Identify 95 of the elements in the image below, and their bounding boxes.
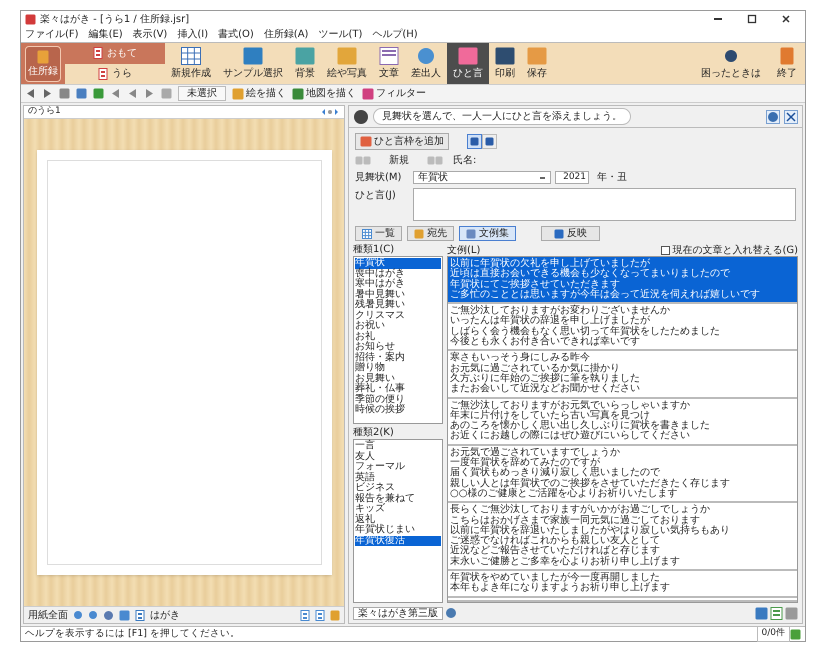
list-item[interactable]: 招待・案内 [355, 352, 441, 363]
close-icon [781, 14, 791, 24]
example-item[interactable]: お元気で過ごされていますでしょうか 一度年賀状を辞めてみたのですが 届く賀状もめっきり減り寂しく思いましたので 親しい人とは年賀状でのご挨拶をさせていただきたく存じます ○○様のご健康とご活躍を心よりお祈りいたします [448, 446, 797, 504]
layout-toggle[interactable] [482, 134, 497, 149]
app-logo-icon [25, 14, 36, 24]
list-item[interactable]: 友人 [355, 452, 441, 462]
list-item[interactable]: 贈り物 [355, 363, 441, 374]
page-tab[interactable]: のうら1 [28, 105, 61, 119]
close-panel-button[interactable] [784, 110, 798, 124]
step-button[interactable]: 印刷 [489, 43, 521, 84]
step-button[interactable]: 背景 [289, 43, 321, 84]
tool-button[interactable]: 地図を描く [292, 86, 356, 101]
hint-bubble: 見舞状を選んで、一人一人にひと言を添えましょう。 [373, 108, 631, 125]
list-item[interactable]: 暑中見舞い [355, 290, 441, 300]
close-icon [785, 110, 797, 122]
replace-label: 現在の文章と入れ替える(G) [672, 244, 798, 258]
step-button[interactable]: ひと言 [447, 43, 489, 84]
ribbon-button[interactable]: 困ったときは [693, 43, 769, 84]
layout-toggle[interactable] [467, 134, 482, 149]
list-item[interactable]: 返礼 [355, 514, 441, 525]
tool-button[interactable]: 絵を描く [232, 86, 286, 101]
restore-icon [747, 14, 757, 24]
example-item[interactable]: 長らくご無沙汰しておりますがいかがお過ごしでしょうか こちらはおかげさまで家族一同元気に過ごしております 以前に年賀状を辞退いたしましたがやはり寂しい気持ちもあり ご迷惑でなければこれからも親しい友人として 近況などご報告させていただければと存じます 末永いご健勝とご多幸を心よりお祈り申し上げます [448, 503, 797, 572]
status-help-text: ヘルプを表示するには [F1] を押してください。 [25, 626, 240, 641]
list-item[interactable]: 残暑見舞い [355, 300, 441, 310]
next-page-icon [333, 108, 340, 116]
list-item[interactable]: 葬礼・仏事 [355, 384, 441, 394]
year-suffix: 年・丑 [597, 171, 627, 185]
list-label: 種類2(K) [353, 427, 395, 439]
card-type-dropdown[interactable]: 年賀状 [413, 171, 551, 184]
selection-label: 未選択 [178, 86, 226, 101]
card-icon [98, 68, 108, 80]
list-item[interactable]: クリスマス [355, 310, 441, 321]
source-field[interactable]: 楽々はがき第三版 [353, 606, 443, 620]
list-label: 文例(L) [447, 244, 480, 258]
menu-item[interactable]: 編集(E) [88, 28, 123, 40]
record-count: 0/0件 [756, 626, 790, 642]
list-item[interactable]: フォーマル [355, 462, 441, 472]
tool-button[interactable]: 一覧 [355, 226, 402, 241]
replace-checkbox[interactable] [661, 246, 670, 254]
list-item[interactable]: お知らせ [355, 342, 441, 352]
tool-button[interactable]: フィルター [362, 86, 426, 101]
ribbon-button[interactable]: 終了 [769, 43, 805, 84]
list-item[interactable]: 英語 [355, 472, 441, 483]
menu-item[interactable]: ファイル(F) [25, 28, 79, 40]
list-item[interactable]: 時候の挨拶 [355, 405, 441, 416]
name-label: 氏名: [453, 154, 476, 168]
example-item[interactable]: 寒さもいっそう身にしみる昨今 お元気に過ごされているか気に掛かり 久方ぶりに年始のご挨拶に筆を執りました またお会いして近況などお聞かせください [448, 351, 797, 399]
next-button[interactable] [144, 88, 155, 99]
list-item[interactable]: お見舞い [355, 374, 441, 384]
card-type-label: 見舞状(M) [355, 170, 402, 185]
menu-item[interactable]: ヘルプ(H) [372, 28, 418, 40]
list-item[interactable]: ビジネス [355, 483, 441, 494]
tool-button[interactable]: 文例集 [459, 226, 516, 241]
list-item[interactable]: 喪中はがき [355, 268, 441, 279]
record-label: 新規 [389, 154, 409, 168]
list-item[interactable]: 寒中はがき [355, 279, 441, 290]
paper-size-label: はがき [150, 608, 180, 622]
example-item[interactable]: 以前に年賀状の欠礼を申し上げていましたが 近頃は直接お会いできる機会も少なくなってまいりましたので 年賀状にてご挨拶させていただきます ご多忙のこととは思いますが今年は会って近況を伺えれば嬉しいです [448, 257, 797, 304]
list-item[interactable]: 一言 [355, 441, 441, 452]
step-button[interactable]: サンプル選択 [217, 43, 289, 84]
step-button[interactable]: 保存 [521, 43, 553, 84]
list-item[interactable]: 年賀状じまい [355, 525, 441, 536]
zoom-label: 用紙全面 [28, 608, 68, 622]
tool-button[interactable]: 反映 [541, 226, 600, 241]
menu-item[interactable]: ツール(T) [318, 28, 362, 40]
menu-item[interactable]: 住所録(A) [264, 28, 308, 40]
list-label: 種類1(C) [353, 244, 396, 256]
step-button[interactable]: 絵や写真 [321, 43, 373, 84]
example-item[interactable]: 年賀状をやめていましたが今一度再開しました 本年もよき年になりますようお祈り申し上げます [448, 571, 797, 598]
menu-item[interactable]: 挿入(I) [177, 28, 208, 40]
address-book-button[interactable]: 住所録 [25, 46, 61, 82]
message-field[interactable] [413, 188, 796, 221]
step-button[interactable]: 文章 [373, 43, 405, 84]
example-item[interactable]: ご無沙汰しておりますがお元気でいらっしゃいますか 年末に片付けをしていたら古い写真を見つけ あのころを懐かしく思い出し久しぶりに賀状を書きました お近くにお越しの際にはぜひ遊びにいらしてください [448, 398, 797, 446]
list-item[interactable]: キッズ [355, 504, 441, 514]
table-icon [362, 228, 372, 238]
message-label: ひと言(J) [355, 188, 397, 203]
list-item[interactable]: 報告を兼ねて [355, 494, 441, 504]
list-item[interactable]: お礼 [355, 332, 441, 342]
step-button[interactable]: 新規作成 [165, 43, 217, 84]
year-field[interactable]: 2021 [555, 171, 589, 184]
next-icon [144, 88, 155, 99]
menu-item[interactable]: 書式(O) [218, 28, 254, 40]
example-item[interactable]: ご無沙汰しておりますがお変わりございませんか いったんは年賀状の辞退を申し上げましたが しばらく会う機会もなく思い切って年賀状をしたためました 今後とも永くお付き合いできれば幸いです [448, 304, 797, 352]
tool-button[interactable]: 宛先 [407, 226, 454, 241]
list-item[interactable]: 季節の便り [355, 394, 441, 405]
window-title: 楽々はがき - [うら1 / 住所録.jsr] [40, 12, 190, 26]
step-button[interactable]: 差出人 [405, 43, 447, 84]
list-item[interactable]: お祝い [355, 321, 441, 332]
dot-icon [327, 109, 333, 115]
prev-page-icon [320, 108, 327, 116]
card-icon [93, 47, 103, 60]
menu-item[interactable]: 表示(V) [132, 28, 168, 40]
add-frame-button[interactable]: ひと言枠を追加 [355, 133, 449, 150]
